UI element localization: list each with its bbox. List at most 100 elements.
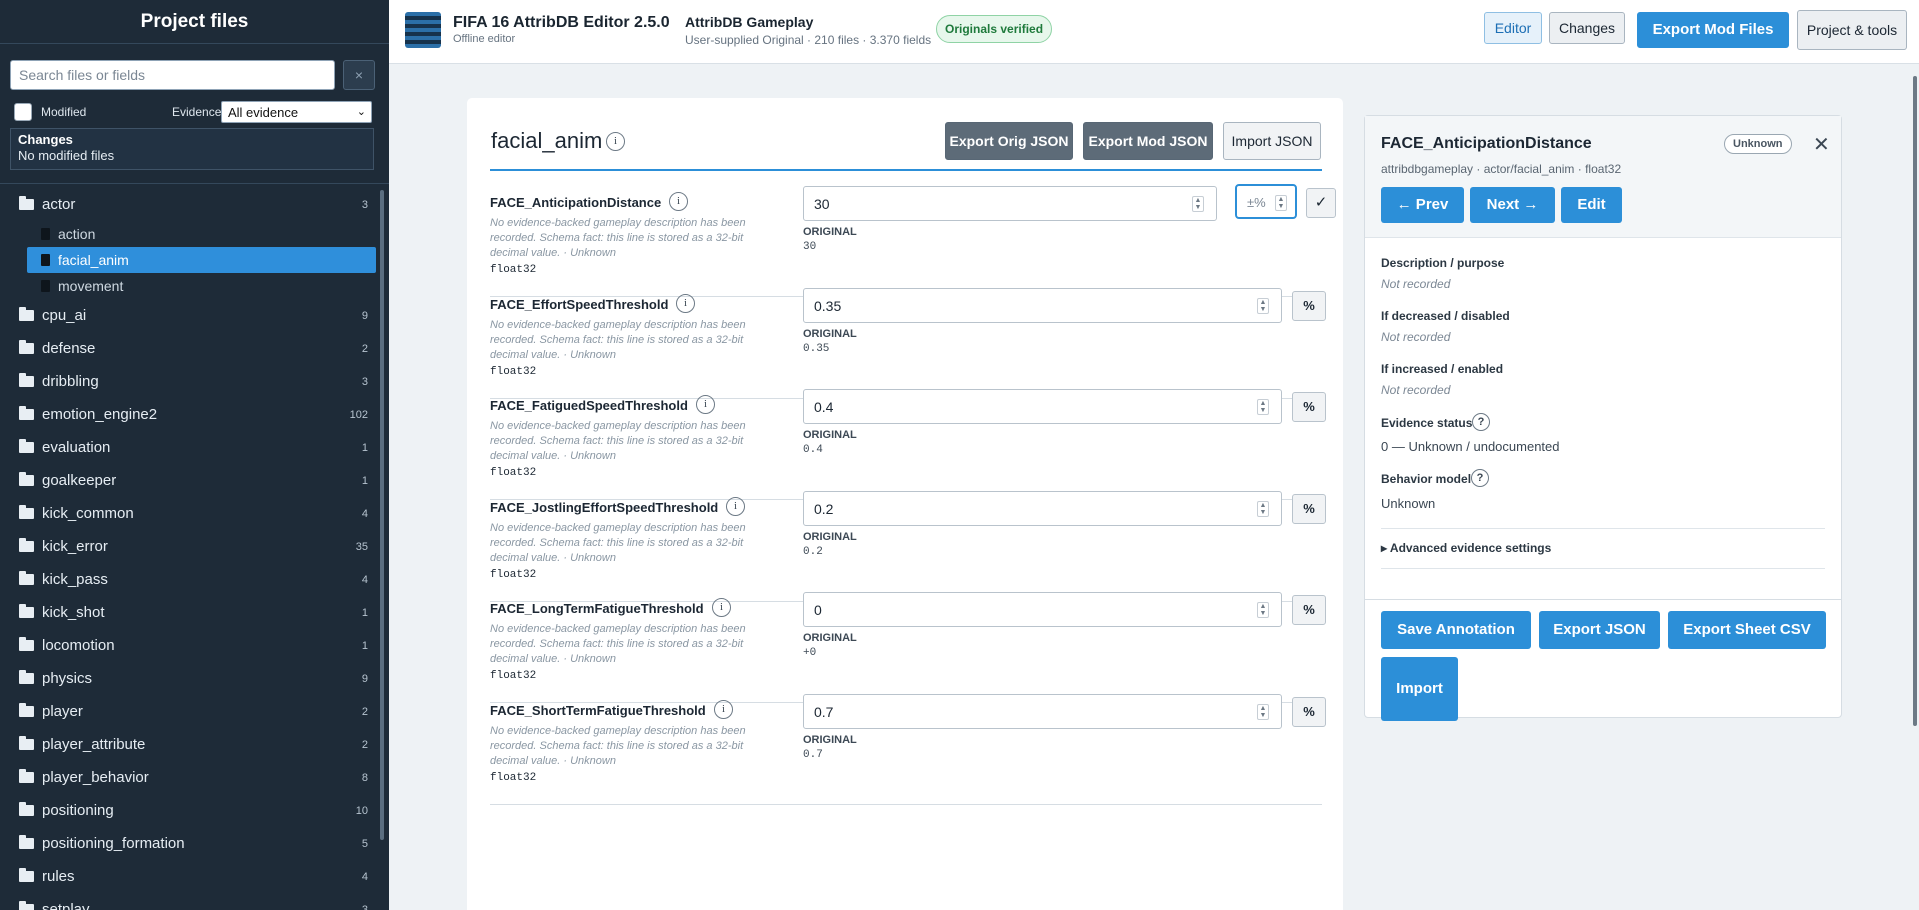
field-value-input[interactable]: 0.35 ▲ ▼ [803, 287, 1282, 323]
sidebar-scrollbar[interactable] [380, 190, 384, 840]
tree-folder-player_attribute[interactable]: player_attribute 2 [0, 728, 378, 761]
help-icon[interactable]: ? [1471, 469, 1489, 487]
spinner-icon[interactable]: ▲ ▼ [1257, 399, 1269, 415]
folder-icon [19, 538, 34, 552]
field-value-input[interactable]: 0.2 ▲ ▼ [803, 490, 1282, 526]
info-icon[interactable]: i [676, 293, 695, 313]
export-mod-json-button[interactable]: Export Mod JSON [1083, 122, 1213, 160]
field-description: No evidence-backed gameplay description … [490, 521, 746, 564]
spinner-icon[interactable]: ▲ ▼ [1192, 196, 1204, 212]
tree-folder-emotion_engine2[interactable]: emotion_engine2 102 [0, 398, 378, 431]
menu-icon[interactable] [405, 12, 441, 48]
folder-icon [19, 736, 34, 750]
tree-folder-actor[interactable]: actor 3 [0, 188, 378, 221]
field-value-input[interactable]: 0.7 ▲ ▼ [803, 693, 1282, 729]
decreased-label: If decreased / disabled [1381, 309, 1510, 323]
export-mod-files-button[interactable]: Export Mod Files [1637, 12, 1789, 48]
search-input[interactable] [10, 60, 335, 90]
percent-adjust-input[interactable]: ±% ▲ ▼ [1235, 184, 1297, 219]
tree-folder-label: kick_common [42, 505, 134, 522]
tree-file-action[interactable]: action [0, 221, 378, 247]
apply-percent-button[interactable]: ✓ [1306, 188, 1336, 218]
tree-folder-count: 2 [361, 343, 368, 355]
percent-button[interactable]: % [1292, 696, 1326, 727]
tree-folder-setplay[interactable]: setplay 3 [0, 893, 378, 910]
tree-folder-locomotion[interactable]: locomotion 1 [0, 629, 378, 662]
detail-subtitle: attribdbgameplay · actor/facial_anim · f… [1381, 162, 1622, 176]
tree-folder-count: 35 [355, 541, 368, 553]
info-icon[interactable]: i [714, 699, 733, 719]
tree-folder-kick_shot[interactable]: kick_shot 1 [0, 596, 378, 629]
tree-folder-rules[interactable]: rules 4 [0, 860, 378, 893]
advanced-evidence-toggle[interactable]: ▸ Advanced evidence settings [1381, 541, 1551, 555]
field-value-input[interactable]: 30 ▲ ▼ [803, 186, 1217, 221]
spinner-icon[interactable]: ▲ ▼ [1257, 602, 1269, 618]
percent-button[interactable]: % [1292, 595, 1326, 625]
import-json-button[interactable]: Import JSON [1223, 122, 1321, 160]
field-value-input[interactable]: 0 ▲ ▼ [803, 592, 1282, 627]
folder-icon [19, 505, 34, 519]
tree-folder-kick_error[interactable]: kick_error 35 [0, 530, 378, 563]
clear-search-button[interactable]: × [343, 60, 375, 90]
project-tools-button[interactable]: Project & tools [1797, 10, 1907, 50]
main-scrollbar[interactable] [1913, 76, 1917, 726]
folder-icon [19, 703, 34, 717]
import-button[interactable]: Import [1381, 657, 1458, 721]
tree-folder-cpu_ai[interactable]: cpu_ai 9 [0, 299, 378, 332]
export-orig-json-button[interactable]: Export Orig JSON [945, 122, 1073, 160]
field-row: FACE_ShortTermFatigueThreshold No evidenc… [490, 681, 1326, 805]
file-icon [41, 228, 50, 240]
field-description: No evidence-backed gameplay description … [490, 420, 746, 462]
tree-folder-label: locomotion [42, 637, 115, 654]
spinner-icon[interactable]: ▲ ▼ [1275, 195, 1287, 211]
next-button[interactable]: Next → [1470, 187, 1555, 223]
spinner-icon[interactable]: ▲ ▼ [1257, 703, 1269, 720]
tree-folder-player_behavior[interactable]: player_behavior 8 [0, 761, 378, 794]
sidebar: Project files × Modified Evidence All ev… [0, 0, 389, 910]
evidence-status-label: Evidence status [1381, 416, 1473, 430]
original-value: 0.7 [803, 748, 823, 761]
tree-file-movement[interactable]: movement [0, 273, 378, 299]
spinner-icon[interactable]: ▲ ▼ [1257, 297, 1269, 314]
tree-file-facial_anim[interactable]: facial_anim [27, 247, 376, 273]
close-icon[interactable]: ✕ [1813, 132, 1830, 157]
percent-button[interactable]: % [1292, 493, 1326, 524]
changes-tab-button[interactable]: Changes [1549, 12, 1625, 44]
info-icon[interactable]: i [606, 132, 625, 151]
tree-folder-count: 4 [361, 574, 368, 586]
tree-folder-count: 10 [355, 805, 368, 817]
tree-folder-defense[interactable]: defense 2 [0, 332, 378, 365]
editor-tab-button[interactable]: Editor [1484, 12, 1542, 44]
percent-button[interactable]: % [1292, 290, 1326, 321]
tree-folder-dribbling[interactable]: dribbling 3 [0, 365, 378, 398]
detail-header: FACE_AnticipationDistance Unknown ✕ attr… [1365, 116, 1841, 238]
tree-folder-kick_common[interactable]: kick_common 4 [0, 497, 378, 530]
info-icon[interactable]: i [669, 192, 688, 211]
tree-folder-evaluation[interactable]: evaluation 1 [0, 431, 378, 464]
info-icon[interactable]: i [696, 395, 715, 414]
help-icon[interactable]: ? [1472, 413, 1490, 431]
prev-button[interactable]: ← Prev [1381, 187, 1464, 223]
originals-verified-badge: Originals verified [936, 15, 1053, 43]
tree-folder-goalkeeper[interactable]: goalkeeper 1 [0, 464, 378, 497]
info-icon[interactable]: i [712, 598, 731, 617]
tree-folder-label: defense [42, 340, 96, 357]
edit-button[interactable]: Edit [1561, 187, 1622, 223]
tree-folder-label: actor [42, 196, 76, 213]
percent-button[interactable]: % [1292, 392, 1326, 422]
field-value-input[interactable]: 0.4 ▲ ▼ [803, 389, 1282, 424]
spinner-icon[interactable]: ▲ ▼ [1257, 500, 1269, 517]
tree-folder-kick_pass[interactable]: kick_pass 4 [0, 563, 378, 596]
tree-folder-positioning_formation[interactable]: positioning_formation 5 [0, 827, 378, 860]
folder-icon [19, 637, 34, 651]
info-icon[interactable]: i [726, 496, 745, 516]
export-json-button[interactable]: Export JSON [1539, 611, 1660, 649]
tree-folder-positioning[interactable]: positioning 10 [0, 794, 378, 827]
tree-folder-physics[interactable]: physics 9 [0, 662, 378, 695]
detail-panel: FACE_AnticipationDistance Unknown ✕ attr… [1364, 115, 1842, 721]
modified-checkbox[interactable] [14, 103, 32, 121]
evidence-select[interactable]: All evidence ⌄ [221, 101, 372, 123]
tree-folder-player[interactable]: player 2 [0, 695, 378, 728]
export-sheet-csv-button[interactable]: Export Sheet CSV [1668, 611, 1826, 649]
save-annotation-button[interactable]: Save Annotation [1381, 611, 1531, 649]
